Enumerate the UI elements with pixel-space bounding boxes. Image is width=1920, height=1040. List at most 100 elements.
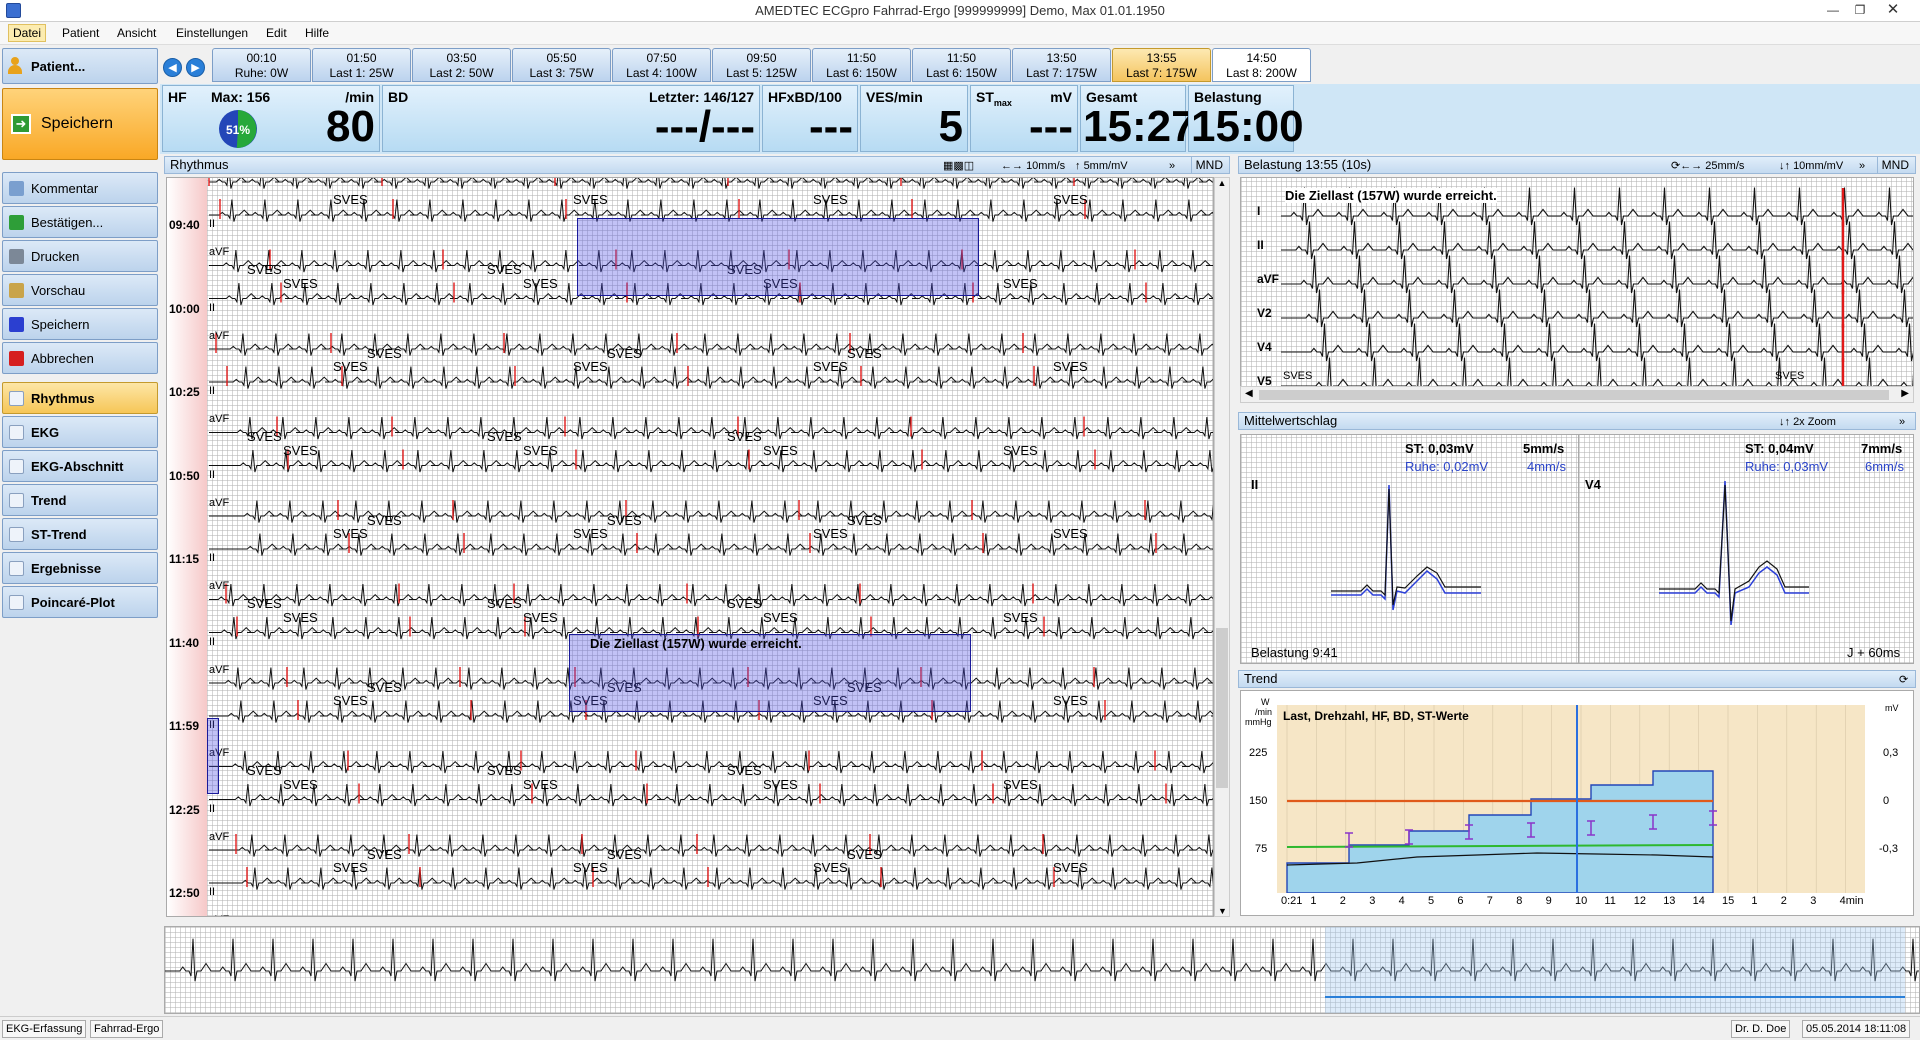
trend-xtick: 2 (1339, 895, 1346, 907)
rhythm-scrollbar[interactable]: ▲ ▼ (1214, 177, 1230, 917)
rhythm-mnd-button[interactable]: MND (1190, 157, 1227, 173)
sves-marker: SVES (283, 443, 318, 458)
trend-ytick-150: 150 (1249, 795, 1268, 807)
refresh-icon: ⟳ (1671, 160, 1681, 172)
sves-marker: SVES (283, 610, 318, 625)
sidebar-action-2[interactable]: Bestätigen... (2, 206, 158, 238)
stage-tab[interactable]: 09:50 Last 5: 125W (712, 48, 811, 82)
prev-stage-icon[interactable]: ◀ (163, 58, 182, 77)
menu-ansicht[interactable]: Ansicht (117, 26, 156, 40)
stage-tab[interactable]: 14:50 Last 8: 200W (1212, 48, 1311, 82)
stage-tab[interactable]: 13:55 Last 7: 175W (1112, 48, 1211, 82)
sidebar-action-1[interactable]: Kommentar (2, 172, 158, 204)
sves-marker: SVES (487, 763, 522, 778)
sidebar-view-poincar-plot[interactable]: Poincaré-Plot (2, 586, 158, 618)
sves-marker: SVES (367, 847, 402, 862)
sidebar-view-ekg[interactable]: EKG (2, 416, 158, 448)
rhythm-lead-ii: II (209, 218, 216, 230)
belastung-mnd-button[interactable]: MND (1876, 157, 1913, 173)
sidebar-action-3[interactable]: Drucken (2, 240, 158, 272)
close-icon[interactable]: ✕ (1880, 2, 1906, 20)
sidebar-action-4[interactable]: Vorschau (2, 274, 158, 306)
restore-icon[interactable]: ❐ (1847, 2, 1873, 20)
stage-tab[interactable]: 07:50 Last 4: 100W (612, 48, 711, 82)
mittel-st-ii: ST: 0,03mV (1405, 441, 1474, 456)
sidebar-view-label: Trend (31, 492, 67, 508)
save-big-label: Speichern (41, 115, 114, 132)
mean-beat-v4 (1659, 480, 1809, 625)
mittel-view[interactable]: II ST: 0,03mV 5mm/s Ruhe: 0,02mV 4mm/s B… (1240, 434, 1914, 664)
expand-icon[interactable]: » (1169, 158, 1175, 174)
trend-xtick: 1 (1310, 895, 1317, 907)
patient-button-label: Patient... (31, 58, 86, 74)
sidebar-view-st-trend[interactable]: ST-Trend (2, 518, 158, 550)
stage-tab[interactable]: 11:50 Last 6: 150W (812, 48, 911, 82)
stage-tab[interactable]: 03:50 Last 2: 50W (412, 48, 511, 82)
window-title: AMEDTEC ECGpro Fahrrad-Ergo [999999999] … (755, 3, 1165, 18)
belastung-hscroll[interactable]: ◀ ▶ (1240, 386, 1914, 403)
sidebar-action-6[interactable]: Abbrechen (2, 342, 158, 374)
sves-marker: SVES (247, 596, 282, 611)
mittel-lead-v4: V4 (1585, 477, 1601, 492)
menu-edit[interactable]: Edit (266, 26, 287, 40)
rhythm-view[interactable]: 09:40 II aVF 10:00 II aVF 10:25 II aVF 10:50 II aVF… (166, 177, 1214, 917)
document-icon (9, 594, 24, 610)
document-icon (9, 492, 24, 508)
stage-tab[interactable]: 00:10 Ruhe: 0W (212, 48, 311, 82)
trend-xtick: 6 (1457, 895, 1464, 907)
expand-icon[interactable]: » (1859, 158, 1865, 174)
scroll-right-icon: ▶ (1901, 388, 1909, 399)
rhythm-selection-1[interactable] (577, 218, 979, 296)
expand-icon[interactable]: » (1899, 414, 1905, 430)
belastung-lead-label: V4 (1257, 340, 1272, 354)
stage-label: Last 3: 75W (529, 66, 594, 80)
trend-ytick-75: 75 (1255, 843, 1268, 855)
sves-marker: SVES (367, 513, 402, 528)
stage-tab[interactable]: 01:50 Last 1: 25W (312, 48, 411, 82)
stage-tab[interactable]: 11:50 Last 6: 150W (912, 48, 1011, 82)
sves-marker: SVES (1053, 526, 1088, 541)
mittel-speed-ii: 5mm/s (1523, 441, 1565, 456)
stage-time: 14:50 (1246, 51, 1277, 65)
sves-marker: SVES (573, 526, 608, 541)
mean-beat-ii (1331, 484, 1481, 611)
belastung-view[interactable]: I II aVF V2 V4 V5 Die Ziellast (157W) wurde er… (1240, 177, 1914, 403)
belastung-gain-control[interactable]: ↓↑ 10mm/mV (1779, 158, 1843, 174)
trend-view[interactable]: Last, Drehzahl, HF, BD, ST-Werte W /min … (1240, 690, 1914, 916)
sidebar-view-trend[interactable]: Trend (2, 484, 158, 516)
sidebar-view-label: ST-Trend (31, 526, 87, 542)
rhythm-lead-ii: II (209, 302, 216, 314)
belastung-speed-control[interactable]: ⟳←→ 25mm/s (1671, 158, 1744, 174)
sidebar-view-rhythmus[interactable]: Rhythmus (2, 382, 158, 414)
patient-button[interactable]: Patient... (2, 48, 158, 84)
refresh-icon[interactable]: ⟳ (1899, 672, 1908, 688)
overview-strip[interactable] (164, 926, 1920, 1014)
mittel-speed-v4: 7mm/s (1861, 441, 1903, 456)
rhythm-selection-3[interactable] (207, 718, 219, 794)
menu-datei[interactable]: Datei (8, 24, 47, 42)
minimize-icon[interactable]: — (1820, 2, 1846, 20)
layout-icons[interactable]: ▦▩◫ (943, 158, 974, 174)
speed-control[interactable]: ←→ 10mm/s (1001, 158, 1065, 174)
ves-value: 5 (938, 102, 963, 151)
sves-marker: SVES (367, 680, 402, 695)
gain-control[interactable]: ↑ 5mm/mV (1075, 158, 1128, 174)
sidebar-view-ekg-abschnitt[interactable]: EKG-Abschnitt (2, 450, 158, 482)
save-big-button[interactable]: ➜ Speichern (2, 88, 158, 160)
sidebar-view-ergebnisse[interactable]: Ergebnisse (2, 552, 158, 584)
rhythm-time-label: 09:40 (169, 218, 200, 232)
st-label: STmax (976, 89, 1012, 108)
stage-tab[interactable]: 13:50 Last 7: 175W (1012, 48, 1111, 82)
scroll-thumb (1216, 628, 1228, 788)
stage-tab[interactable]: 05:50 Last 3: 75W (512, 48, 611, 82)
next-stage-icon[interactable]: ▶ (186, 58, 205, 77)
sidebar-action-5[interactable]: Speichern (2, 308, 158, 340)
menu-patient[interactable]: Patient (62, 26, 99, 40)
sves-marker: SVES (763, 610, 798, 625)
menu-einstellungen[interactable]: Einstellungen (176, 26, 248, 40)
menu-hilfe[interactable]: Hilfe (305, 26, 329, 40)
vertical-arrow-icon: ↑ (1075, 160, 1081, 172)
stage-label: Last 5: 125W (726, 66, 797, 80)
sves-marker: SVES (333, 192, 368, 207)
mittel-zoom-control[interactable]: ↓↑ 2x Zoom (1779, 414, 1836, 430)
